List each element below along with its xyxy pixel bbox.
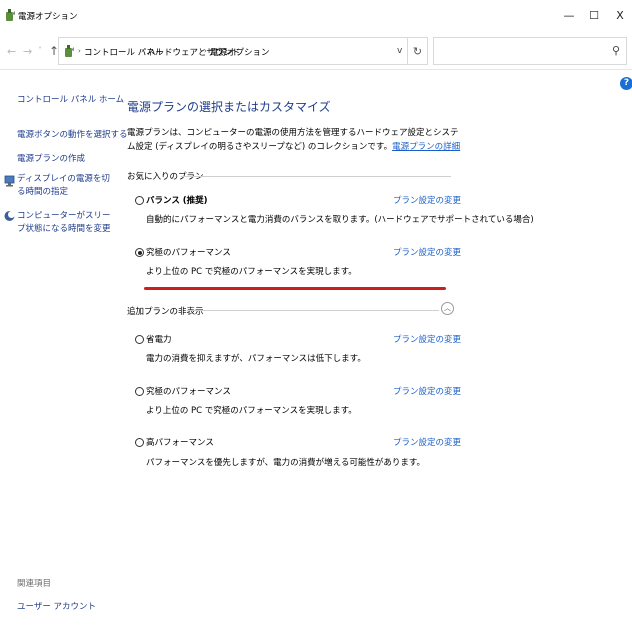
plan-name: 究極のパフォーマンス [146, 248, 231, 258]
section-divider [181, 176, 451, 177]
window-title: 電源オプション [18, 12, 78, 22]
address-dropdown-icon[interactable]: v [397, 46, 402, 56]
sidebar-control-panel-home[interactable]: コントロール パネル ホーム [17, 93, 124, 105]
plan-description: より上位の PC で究極のパフォーマンスを実現します。 [146, 267, 357, 277]
help-icon[interactable]: ? [620, 77, 632, 90]
search-icon[interactable]: ⚲ [612, 44, 620, 57]
address-bar[interactable]: › コントロール パネル › ハードウェアとサウンド › 電源オプション v [58, 37, 408, 65]
plan-description: 電力の消費を抑えますが、パフォーマンスは低下します。 [146, 354, 366, 364]
moon-icon [4, 211, 15, 221]
plan-radio-power-saver[interactable] [135, 335, 144, 344]
recent-locations-icon[interactable]: ˅ [38, 46, 42, 55]
plan-radio-ultimate-2[interactable] [135, 387, 144, 396]
search-input[interactable]: ⚲ [433, 37, 627, 65]
sidebar-item-sleep[interactable]: コンピューターがスリープ状態になる時間を変更 [17, 210, 117, 236]
hidden-plans-section-label: 追加プランの非表示 [127, 307, 204, 317]
page-title: 電源プランの選択またはカスタマイズ [127, 100, 331, 114]
breadcrumb-separator[interactable]: › [141, 47, 144, 55]
refresh-icon[interactable]: ↻ [408, 37, 428, 65]
plan-radio-ultimate[interactable] [135, 248, 144, 257]
plan-settings-link[interactable]: プラン設定の変更 [393, 246, 461, 258]
plan-settings-link[interactable]: プラン設定の変更 [393, 436, 461, 448]
sidebar-item-display-off[interactable]: ディスプレイの電源を切る時間の指定 [17, 173, 117, 199]
description: 電源プランは、コンピューターの電源の使用方法を管理するハードウェア設定とシステム… [127, 126, 462, 154]
close-button[interactable]: X [600, 0, 632, 30]
power-options-icon [6, 9, 15, 21]
plan-description: 自動的にパフォーマンスと電力消費のバランスを取ります。(ハードウェアでサポートさ… [146, 215, 534, 225]
breadcrumb-separator[interactable]: › [204, 47, 207, 55]
display-power-icon [4, 175, 15, 187]
breadcrumb-power-options[interactable]: 電源オプション [210, 46, 270, 58]
plan-name: 高パフォーマンス [146, 438, 214, 448]
power-options-icon [65, 45, 74, 57]
collapse-chevron-icon[interactable]: ︿ [441, 302, 454, 315]
plan-settings-link[interactable]: プラン設定の変更 [393, 194, 461, 206]
back-arrow-icon[interactable]: ← [7, 45, 16, 58]
sidebar-item-create-plan[interactable]: 電源プランの作成 [17, 152, 85, 164]
highlight-underline [144, 287, 446, 290]
plan-description: パフォーマンスを優先しますが、電力の消費が増える可能性があります。 [146, 458, 426, 468]
plan-radio-high-performance[interactable] [135, 438, 144, 447]
plan-radio-balanced[interactable] [135, 196, 144, 205]
title-bar: 電源オプション — ☐ X [0, 0, 632, 32]
plan-name: バランス (推奨) [146, 196, 208, 206]
plan-name: 究極のパフォーマンス [146, 387, 231, 397]
plan-settings-link[interactable]: プラン設定の変更 [393, 385, 461, 397]
sidebar-item-power-button[interactable]: 電源ボタンの動作を選択する [17, 128, 128, 140]
plan-details-link[interactable]: 電源プランの詳細 [392, 142, 460, 152]
forward-arrow-icon[interactable]: → [23, 45, 32, 58]
plan-name: 省電力 [146, 335, 172, 345]
section-divider [187, 310, 439, 311]
related-title: 関連項目 [17, 579, 52, 589]
breadcrumb-separator[interactable]: › [78, 47, 81, 55]
plan-settings-link[interactable]: プラン設定の変更 [393, 333, 461, 345]
plan-description: より上位の PC で究極のパフォーマンスを実現します。 [146, 406, 357, 416]
related-link-user-accounts[interactable]: ユーザー アカウント [17, 600, 96, 612]
